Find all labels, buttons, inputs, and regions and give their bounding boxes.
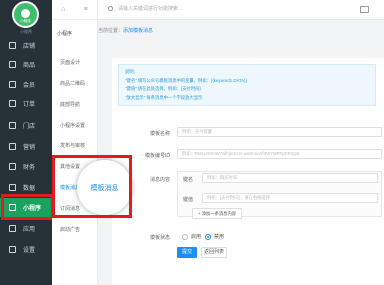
search-input[interactable]: 请输入关键词进行功能搜索... [118, 5, 182, 12]
subnav-item-publish[interactable]: 发布与审核 [60, 142, 85, 149]
tips-title: 说明： [125, 69, 138, 74]
add-field-button[interactable]: + 添加一条消息内容 [192, 208, 243, 219]
main-sidebar: 小程序 小程序 店铺 商品 会员 订单 门店 营销 财务 数据 小程序 应用 设… [0, 0, 52, 285]
sidebar-item-label: 营销 [23, 145, 36, 151]
radio-label: 启用 [191, 234, 202, 240]
subnav-item-launch-ad[interactable]: 启动广告 [60, 226, 80, 233]
order-icon [9, 100, 16, 107]
radio-dot-selected [205, 233, 211, 240]
status-label: 模板状态 [149, 235, 170, 241]
subnav-highlight-frame [52, 155, 132, 218]
content-label: 消息内容 [149, 177, 170, 183]
sidebar-item-label: 财务 [23, 165, 36, 171]
sidebar-item-settings[interactable]: 设置 [0, 240, 52, 259]
tips-line: "放大显示" 每条消息中一个字段放大显示 [125, 94, 203, 100]
radio-dot [182, 233, 188, 240]
sidebar-item-order[interactable]: 订单 [0, 94, 52, 113]
data-icon [9, 184, 16, 191]
logo-caption: 小程序 [20, 29, 32, 34]
search-box[interactable]: 请输入关键词进行功能搜索... [108, 5, 182, 12]
tips-line: "键名" 填写公众号模板消息中的变量，例如：{{keyword1.DATA}} [125, 77, 248, 83]
sidebar-item-finance[interactable]: 财务 [0, 157, 52, 176]
key-name-label: 键名 [182, 177, 193, 183]
sidebar-highlight-frame [1, 194, 54, 220]
shop-icon [9, 122, 16, 129]
subnav-item-goods-qrcode[interactable]: 商品二维码 [60, 80, 85, 87]
sub-sidebar-toolbar: ⌂ ≡ [52, 0, 97, 20]
home-icon[interactable]: ⌂ [61, 6, 65, 13]
key-value-input[interactable]: 例如：{支付时间}，请在右侧选择 [202, 193, 378, 203]
breadcrumb-current: 添加模板消息 [123, 28, 154, 34]
app-icon [9, 225, 16, 232]
tips-line: "键值" 请在此处选择，例如：{支付时间} [125, 86, 201, 91]
breadcrumb: 当前位置：添加模板消息 [98, 27, 153, 34]
sidebar-item-label: 门店 [23, 124, 36, 130]
sidebar-item-label: 应用 [23, 227, 36, 233]
search-icon [108, 6, 113, 11]
sidebar-item-goods[interactable]: 商品 [0, 55, 52, 74]
key-value-label: 键值 [182, 197, 193, 203]
template-name-label: 模板名称 [149, 131, 170, 137]
goods-icon [9, 61, 16, 68]
message-icon[interactable] [360, 6, 369, 13]
sidebar-item-label: 店铺 [23, 44, 36, 50]
template-id-input[interactable]: 例如：RMsLRSmW7wfhjmZ14r-owGmuVrf3WYMPFpDPX… [177, 149, 382, 159]
finance-icon [9, 163, 16, 170]
sidebar-item-store[interactable]: 店铺 [0, 36, 52, 55]
member-icon [9, 81, 16, 88]
sidebar-item-marketing[interactable]: 营销 [0, 137, 52, 156]
sidebar-item-label: 商品 [23, 63, 36, 69]
submit-button[interactable]: 提交 [177, 247, 197, 258]
sub-sidebar: ⌂ ≡ 小程序 页面设计 商品二维码 底部导航 小程序设置 发布与审核 其他设置… [52, 0, 98, 285]
sub-sidebar-heading: 小程序 [57, 31, 73, 37]
template-name-input[interactable]: 例如：支付提醒 [177, 127, 382, 137]
tips-panel: 说明： "键名" 填写公众号模板消息中的变量，例如：{{keyword1.DAT… [118, 64, 376, 106]
sidebar-item-app[interactable]: 应用 [0, 219, 52, 238]
settings-icon [9, 246, 16, 253]
key-name-input[interactable]: 例如：购买时间 [202, 173, 378, 183]
logo-text: 小程序 [20, 19, 31, 23]
template-id-label: 模板编号ID [144, 153, 170, 159]
marketing-icon [9, 143, 16, 150]
menu-icon[interactable]: ≡ [84, 6, 88, 13]
subnav-item-bottom-nav[interactable]: 底部导航 [60, 101, 80, 108]
sidebar-item-label: 订单 [23, 102, 36, 108]
subnav-item-miniapp-settings[interactable]: 小程序设置 [60, 122, 85, 129]
main-card: 说明： "键名" 填写公众号模板消息中的变量，例如：{{keyword1.DAT… [112, 58, 384, 285]
top-bar: 请输入关键词进行功能搜索... [98, 0, 384, 20]
store-icon [9, 42, 16, 49]
subnav-item-page-design[interactable]: 页面设计 [60, 59, 80, 66]
sidebar-item-label: 数据 [23, 186, 36, 192]
breadcrumb-prefix: 当前位置： [98, 28, 124, 34]
status-disable-radio[interactable]: 禁用 [205, 233, 224, 240]
status-enable-radio[interactable]: 启用 [182, 233, 201, 240]
logo-mark-icon [21, 9, 30, 18]
sidebar-item-member[interactable]: 会员 [0, 75, 52, 94]
sidebar-item-shop[interactable]: 门店 [0, 116, 52, 135]
back-to-list-button[interactable]: 返回列表 [201, 247, 227, 258]
sidebar-item-label: 会员 [23, 83, 36, 89]
brand-logo[interactable]: 小程序 [12, 1, 39, 28]
sidebar-item-label: 设置 [23, 248, 36, 254]
radio-label: 禁用 [214, 234, 225, 240]
